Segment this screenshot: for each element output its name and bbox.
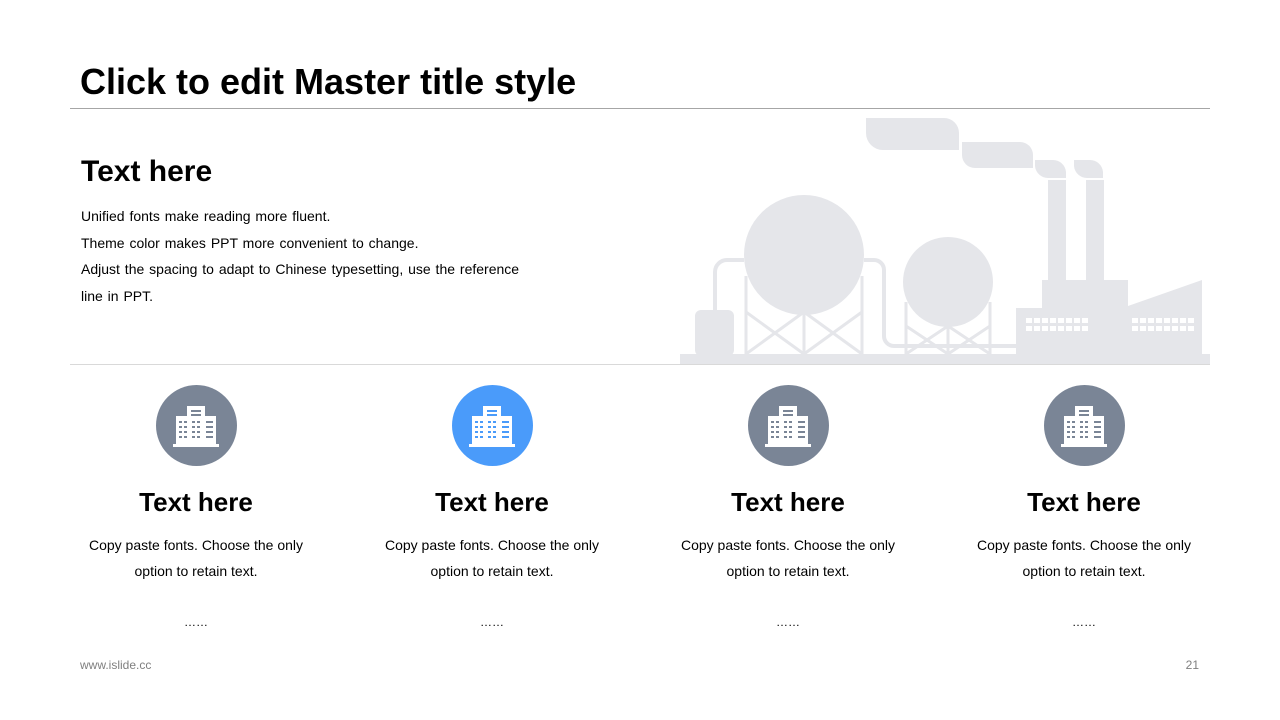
card-ellipsis: …… [184, 615, 208, 629]
building-icon [765, 405, 811, 447]
footer-url: www.islide.cc [80, 658, 152, 672]
ground [680, 354, 1210, 364]
card-body-line: option to retain text. [430, 563, 554, 579]
small-tank [695, 310, 734, 356]
card-body-line: Copy paste fonts. Choose the only [976, 537, 1192, 553]
intro-line: Adjust the spacing to adapt to Chinese t… [81, 261, 520, 277]
slide-title: Click to edit Master title style [80, 61, 577, 102]
title-divider [70, 108, 1210, 109]
factory-building [1016, 308, 1128, 356]
card-heading: Text here [139, 487, 253, 517]
spherical-tank [903, 237, 993, 327]
building-icon [1061, 405, 1107, 447]
spherical-tank [744, 195, 864, 315]
icon-circle [747, 385, 829, 466]
icon-circle [451, 385, 533, 466]
smoke-cloud [1074, 159, 1103, 179]
building-icon [469, 405, 515, 447]
card-body: Copy paste fonts. Choose the only option… [658, 532, 918, 584]
feature-card: Text here Copy paste fonts. Choose the o… [658, 385, 918, 630]
card-body-line: option to retain text. [134, 563, 258, 579]
factory-illustration [680, 118, 1210, 364]
intro-heading: Text here [81, 155, 213, 188]
icon-circle [1043, 385, 1125, 466]
page-number: 21 [1185, 658, 1199, 672]
intro-body: Unified fonts make reading more fluent. … [81, 203, 551, 309]
chimney [1086, 180, 1104, 284]
card-ellipsis: …… [480, 615, 504, 629]
chimney [1048, 180, 1066, 284]
feature-card: Text here Copy paste fonts. Choose the o… [362, 385, 622, 630]
card-body: Copy paste fonts. Choose the only option… [362, 532, 622, 584]
factory-building [1042, 280, 1128, 310]
smoke-cloud [962, 142, 1033, 168]
intro-line: Unified fonts make reading more fluent. [81, 208, 331, 224]
smoke-cloud [1035, 159, 1066, 179]
card-body-line: Copy paste fonts. Choose the only [88, 537, 304, 553]
card-body-line: Copy paste fonts. Choose the only [680, 537, 896, 553]
intro-line: line in PPT. [81, 287, 154, 304]
card-body-line: option to retain text. [1022, 563, 1146, 579]
section-divider [70, 364, 1210, 365]
pipe [713, 258, 744, 310]
card-body-line: Copy paste fonts. Choose the only [384, 537, 600, 553]
card-body: Copy paste fonts. Choose the only option… [954, 532, 1214, 584]
card-ellipsis: …… [1072, 615, 1096, 629]
icon-circle [155, 385, 237, 466]
intro-line: Theme color makes PPT more convenient to… [81, 234, 419, 251]
smoke-cloud [866, 118, 959, 150]
card-body: Copy paste fonts. Choose the only option… [66, 532, 326, 584]
building-icon [173, 405, 219, 447]
card-body-line: option to retain text. [726, 563, 850, 579]
feature-card: Text here Copy paste fonts. Choose the o… [954, 385, 1214, 630]
feature-card: Text here Copy paste fonts. Choose the o… [66, 385, 326, 630]
card-ellipsis: …… [776, 615, 800, 629]
card-heading: Text here [435, 487, 549, 517]
card-heading: Text here [1027, 487, 1141, 517]
card-heading: Text here [731, 487, 845, 517]
